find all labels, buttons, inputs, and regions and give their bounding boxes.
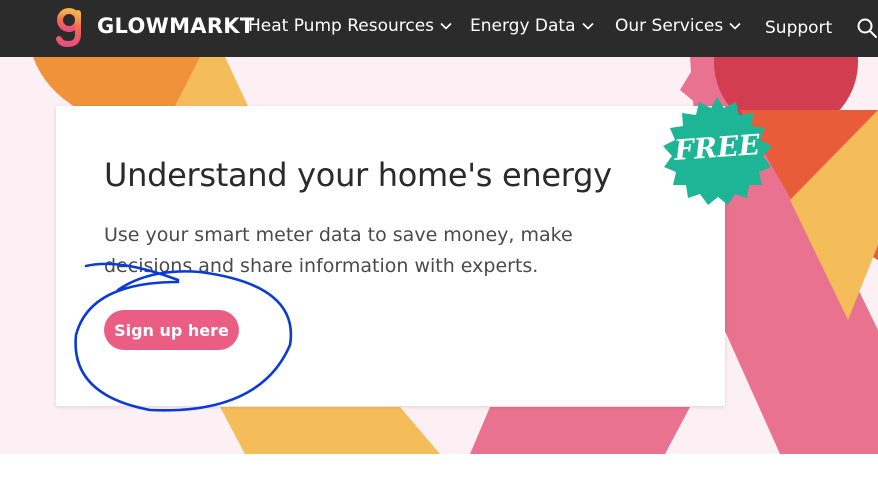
sign-up-button[interactable]: Sign up here [104, 310, 239, 350]
nav-item-support[interactable]: Support [765, 18, 832, 38]
chevron-down-icon [581, 22, 594, 30]
nav-item-label: Support [765, 18, 833, 38]
nav-item-heat-pump-resources[interactable]: Heat Pump Resources [248, 16, 452, 36]
free-badge: FREE [658, 95, 776, 207]
glowmarkt-logo-icon[interactable] [55, 8, 85, 48]
hero-card: Understand your home's energy Use your s… [56, 106, 725, 406]
nav-item-label: Energy Data [470, 16, 576, 36]
nav-item-our-services[interactable]: Our Services [615, 16, 741, 36]
search-icon[interactable] [856, 17, 878, 39]
nav-item-label: Our Services [615, 16, 724, 36]
nav-item-label: Heat Pump Resources [248, 16, 435, 36]
chevron-down-icon [729, 22, 741, 30]
brand-name[interactable]: GLOWMARKT [97, 14, 255, 38]
hero-description: Use your smart meter data to save money,… [104, 224, 573, 277]
top-navigation: GLOWMARKT Heat Pump Resources Energy Dat… [0, 0, 878, 57]
chevron-down-icon [440, 22, 452, 30]
hero-title: Understand your home's energy [104, 156, 612, 194]
nav-item-energy-data[interactable]: Energy Data [470, 16, 594, 36]
